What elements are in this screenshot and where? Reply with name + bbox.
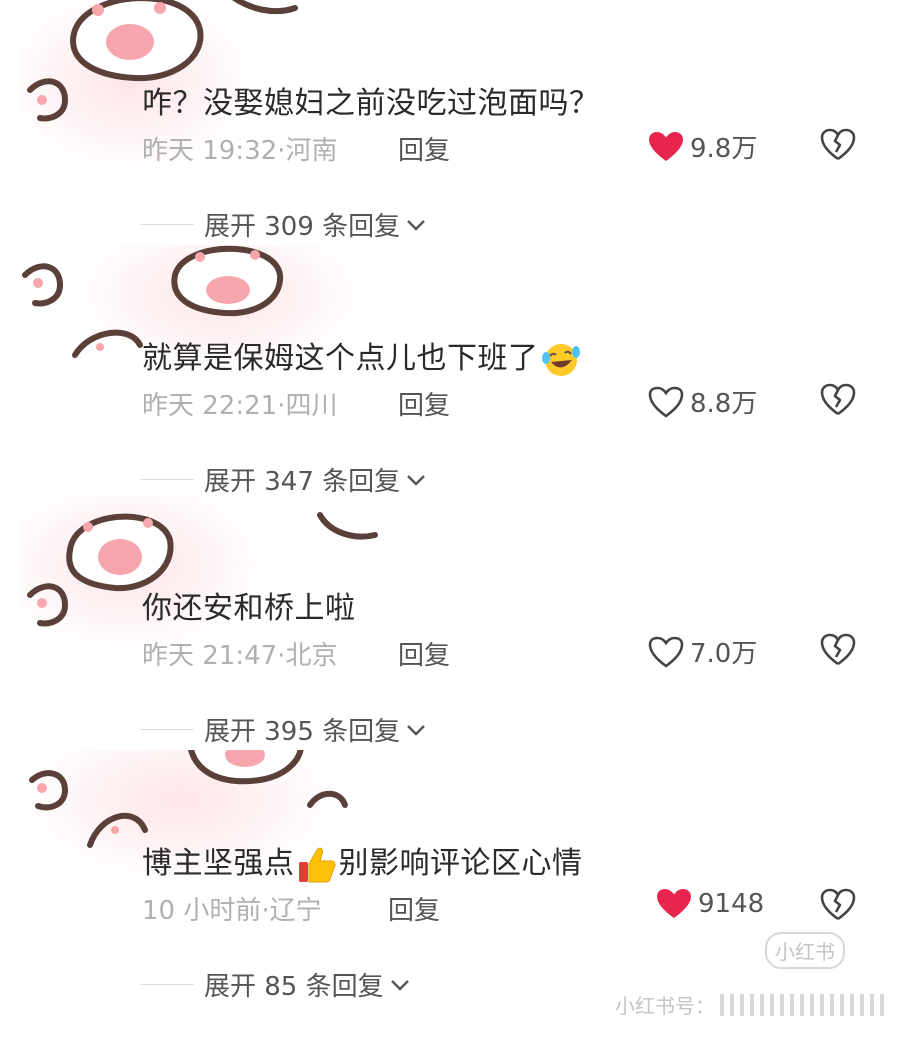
broken-heart-icon[interactable] xyxy=(820,128,856,162)
reply-button[interactable]: 回复 xyxy=(398,385,450,422)
watermark-badge: 小红书 xyxy=(765,932,845,969)
comment-text-row: 就算是保姆这个点儿也下班了 xyxy=(142,333,583,378)
comment-meta: 10 小时前·辽宁 xyxy=(142,890,322,927)
reply-button[interactable]: 回复 xyxy=(398,130,450,167)
heart-outline-icon xyxy=(648,636,684,668)
comment-location: 辽宁 xyxy=(269,896,322,926)
like-count: 9148 xyxy=(698,889,765,919)
divider-line xyxy=(140,224,194,225)
chevron-down-icon xyxy=(390,979,409,991)
meta-separator: · xyxy=(261,896,270,926)
comment-3: 你还安和桥上啦 昨天 21:47·北京 回复 7.0万 展开 395 条回复 xyxy=(0,495,900,760)
like-button[interactable]: 7.0万 xyxy=(648,633,757,670)
expand-label: 展开 395 条回复 xyxy=(204,717,401,747)
comment-location: 河南 xyxy=(285,136,338,166)
like-button[interactable]: 9.8万 xyxy=(648,128,757,165)
chevron-down-icon xyxy=(407,219,426,231)
expand-label: 展开 85 条回复 xyxy=(204,972,384,1002)
heart-outline-icon xyxy=(648,386,684,418)
comment-4: 博主坚强点 别影响评论区心情 10 小时前·辽宁 回复 9148 展开 85 条… xyxy=(0,750,900,1015)
comment-meta: 昨天 19:32·河南 xyxy=(142,130,337,167)
comment-meta: 昨天 21:47·北京 xyxy=(142,635,337,672)
broken-heart-icon[interactable] xyxy=(820,633,856,667)
chevron-down-icon xyxy=(407,474,426,486)
broken-heart-icon[interactable] xyxy=(820,383,856,417)
comment-2: 就算是保姆这个点儿也下班了 昨天 22:21·四川 回复 8.8万 展开 347… xyxy=(0,245,900,510)
expand-replies-button[interactable]: 展开 309 条回复 xyxy=(140,206,426,243)
divider-line xyxy=(140,729,194,730)
like-count: 8.8万 xyxy=(690,389,758,419)
comment-time: 昨天 22:21 xyxy=(142,391,278,421)
comment-location: 北京 xyxy=(285,641,338,671)
like-button[interactable]: 9148 xyxy=(656,888,764,920)
expand-label: 展开 309 条回复 xyxy=(204,212,401,242)
thumbs-up-emoji xyxy=(298,847,335,882)
divider-line xyxy=(140,984,194,985)
expand-replies-button[interactable]: 展开 395 条回复 xyxy=(140,711,426,748)
divider-line xyxy=(140,479,194,480)
reply-button[interactable]: 回复 xyxy=(388,890,440,927)
comment-text: 你还安和桥上啦 xyxy=(142,591,356,626)
comment-location: 四川 xyxy=(285,391,338,421)
comment-time: 昨天 21:47 xyxy=(142,641,278,671)
expand-label: 展开 347 条回复 xyxy=(204,467,401,497)
expand-replies-button[interactable]: 展开 347 条回复 xyxy=(140,461,426,498)
like-count: 9.8万 xyxy=(690,134,758,164)
comment-time: 10 小时前 xyxy=(142,896,262,926)
watermark-id-bars xyxy=(720,994,890,1016)
comment-text-row: 博主坚强点 别影响评论区心情 xyxy=(142,838,583,884)
watermark-text: 小红书号： xyxy=(615,994,715,1018)
comment-time: 昨天 19:32 xyxy=(142,136,278,166)
comment-1: 咋？没娶媳妇之前没吃过泡面吗？ 昨天 19:32·河南 回复 9.8万 展开 3… xyxy=(0,0,900,255)
comment-text: 就算是保姆这个点儿也下班了 xyxy=(142,341,539,376)
heart-filled-icon xyxy=(657,889,691,918)
like-count: 7.0万 xyxy=(690,639,758,669)
rofl-emoji xyxy=(541,343,580,376)
comment-text: 咋？没娶媳妇之前没吃过泡面吗？ xyxy=(142,86,600,121)
like-button[interactable]: 8.8万 xyxy=(648,383,757,420)
reply-button[interactable]: 回复 xyxy=(398,635,450,672)
comment-text-before: 博主坚强点 xyxy=(142,846,295,881)
expand-replies-button[interactable]: 展开 85 条回复 xyxy=(140,966,410,1003)
comment-meta: 昨天 22:21·四川 xyxy=(142,385,337,422)
heart-filled-icon xyxy=(649,131,683,161)
chevron-down-icon xyxy=(407,724,426,736)
comment-text-after: 别影响评论区心情 xyxy=(338,846,583,881)
broken-heart-icon[interactable] xyxy=(820,888,856,922)
